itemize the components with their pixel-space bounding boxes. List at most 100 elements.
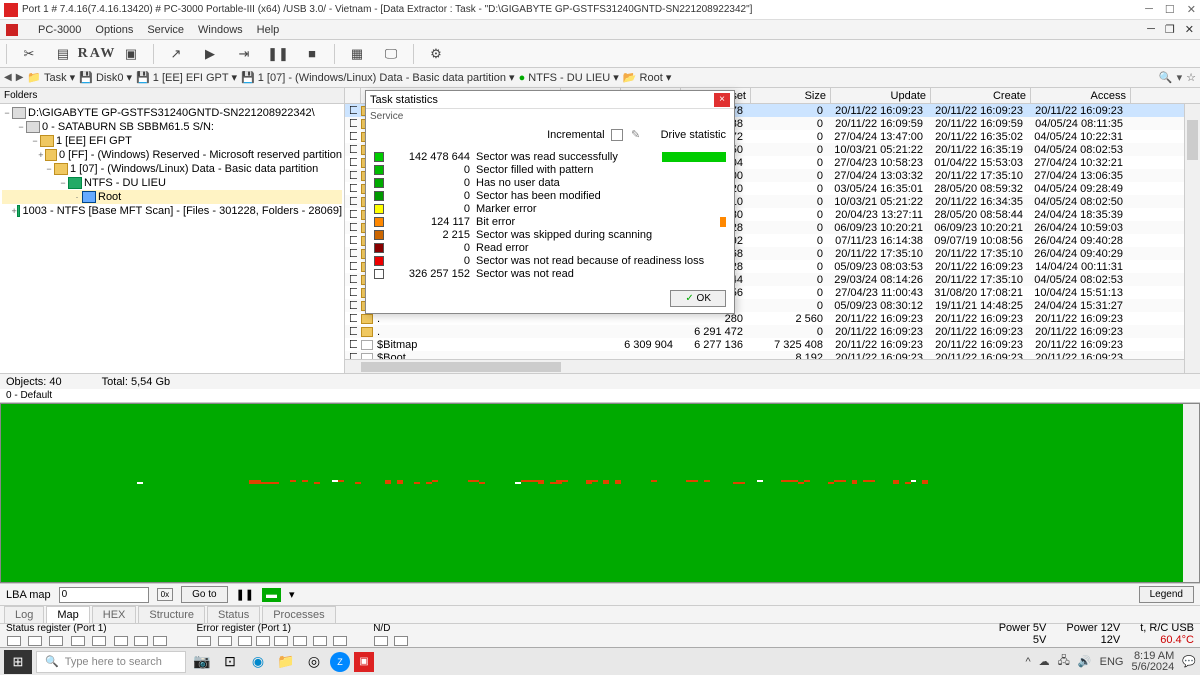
taskbar-chrome-icon[interactable]: ◎	[302, 650, 326, 674]
lba-bar: LBA map 0x Go to ❚❚ ▬ ▾ Legend	[0, 583, 1200, 605]
taskbar-explorer-icon[interactable]: 📁	[274, 650, 298, 674]
power12-label: Power 12V	[1066, 622, 1120, 634]
tab-status[interactable]: Status	[207, 606, 260, 623]
bc-disk[interactable]: 💾 Disk0 ▾	[79, 71, 132, 84]
popup-close-button[interactable]: ×	[714, 93, 730, 107]
tab-structure[interactable]: Structure	[138, 606, 205, 623]
file-row[interactable]: ☐$Bitmap6 309 9046 277 1367 325 40820/11…	[345, 338, 1200, 351]
windows-taskbar: ⊞ 🔍 Type here to search 📷 ⊡ ◉ 📁 ◎ Z ▣ ^ …	[0, 647, 1200, 675]
col-access[interactable]: Access	[1031, 88, 1131, 103]
ok-button[interactable]: OK	[670, 290, 726, 307]
lba-drop-icon[interactable]: ▾	[289, 588, 295, 601]
tab-processes[interactable]: Processes	[262, 606, 335, 623]
filter-icon[interactable]: ▾	[1177, 71, 1183, 84]
lba-pause-icon[interactable]: ❚❚	[236, 588, 254, 601]
star-icon[interactable]: ☆	[1186, 71, 1196, 84]
sector-map[interactable]	[0, 403, 1200, 583]
statusbar: Objects: 40 Total: 5,54 Gb	[0, 373, 1200, 389]
file-row[interactable]: ☐.6 291 472020/11/22 16:09:2320/11/22 16…	[345, 325, 1200, 338]
taskbar-pc3000-icon[interactable]: ▣	[354, 652, 374, 672]
bc-ntfs[interactable]: ● NTFS - DU LIEU ▾	[519, 71, 619, 84]
tree-node[interactable]: ·Root	[2, 190, 342, 204]
nav-back-icon[interactable]: ◀	[4, 72, 12, 83]
tray-cloud-icon[interactable]: ☁	[1039, 655, 1050, 668]
folder-tree[interactable]: −D:\GIGABYTE GP-GSTFS31240GNTD-SN2212089…	[0, 104, 344, 220]
temp-label: t, R/C USB	[1140, 622, 1194, 634]
window-title: Port 1 # 7.4.16(7.4.16.13420) # PC-3000 …	[22, 4, 1145, 15]
minimize-button[interactable]: ─	[1145, 3, 1153, 16]
tab-log[interactable]: Log	[4, 606, 44, 623]
tray-lang[interactable]: ENG	[1100, 656, 1124, 668]
stat-row: 0Has no user data	[374, 176, 726, 189]
map-vscrollbar[interactable]	[1183, 404, 1199, 582]
col-update[interactable]: Update	[831, 88, 931, 103]
menu-windows[interactable]: Windows	[198, 24, 243, 36]
default-label: 0 - Default	[0, 389, 1200, 403]
mdi-restore[interactable]: ❐	[1165, 23, 1175, 36]
taskbar-edge-icon[interactable]: ◉	[246, 650, 270, 674]
bc-efi[interactable]: 💾 1 [EE] EFI GPT ▾	[136, 71, 237, 84]
nav-fwd-icon[interactable]: ▶	[16, 72, 24, 83]
status-total: Total: 5,54 Gb	[102, 376, 171, 388]
tab-map[interactable]: Map	[46, 606, 89, 623]
menubar: PC-3000 Options Service Windows Help ─ ❐…	[0, 20, 1200, 40]
tab-hex[interactable]: HEX	[92, 606, 137, 623]
tree-node[interactable]: +0 [FF] - (Windows) Reserved - Microsoft…	[2, 148, 342, 162]
tray-volume-icon[interactable]: 🔊	[1078, 655, 1092, 668]
search-icon[interactable]: 🔍	[1159, 71, 1173, 84]
lba-input[interactable]	[59, 587, 149, 603]
maximize-button[interactable]: ☐	[1165, 3, 1175, 16]
status-register-label: Status register (Port 1)	[6, 623, 168, 634]
incremental-checkbox[interactable]	[611, 129, 623, 141]
start-button[interactable]: ⊞	[4, 650, 32, 674]
tree-node[interactable]: −D:\GIGABYTE GP-GSTFS31240GNTD-SN2212089…	[2, 106, 342, 120]
goto-button[interactable]: Go to	[181, 586, 227, 603]
tool-export-icon[interactable]: ↗	[164, 43, 188, 65]
vscrollbar[interactable]	[1184, 104, 1200, 373]
taskbar-search[interactable]: 🔍 Type here to search	[36, 651, 186, 673]
hscrollbar[interactable]	[345, 359, 1184, 373]
close-button[interactable]: ✕	[1187, 3, 1196, 16]
menu-help[interactable]: Help	[257, 24, 280, 36]
menu-options[interactable]: Options	[95, 24, 133, 36]
tray-notification-icon[interactable]: 💬	[1182, 655, 1196, 668]
taskbar-clock[interactable]: 8:19 AM5/6/2024	[1131, 651, 1174, 673]
tool-raw-button[interactable]: RAW	[85, 43, 109, 65]
menu-pc3000[interactable]: PC-3000	[38, 24, 81, 36]
taskbar-zalo-icon[interactable]: Z	[330, 652, 350, 672]
lba-view-icon[interactable]: ▬	[262, 588, 281, 602]
tree-node[interactable]: −0 - SATABURN SB SBBM61.5 S/N:	[2, 120, 342, 134]
tree-node[interactable]: −NTFS - DU LIEU	[2, 176, 342, 190]
tool-stop-icon[interactable]: ■	[300, 43, 324, 65]
legend-button[interactable]: Legend	[1139, 586, 1194, 603]
tool-monitor-icon[interactable]: 🖵	[379, 43, 403, 65]
popup-title: Task statistics	[370, 94, 438, 106]
toolbar: ✂ ▤ RAW ▣ ↗ ▶ ⇥ ❚❚ ■ ▦ 🖵 ⚙	[0, 40, 1200, 68]
col-size[interactable]: Size	[751, 88, 831, 103]
taskbar-camera-icon[interactable]: 📷	[190, 650, 214, 674]
bc-part[interactable]: 💾 1 [07] - (Windows/Linux) Data - Basic …	[241, 71, 515, 84]
app-small-icon	[6, 24, 18, 36]
tool-folder-icon[interactable]: ▣	[119, 43, 143, 65]
tray-expand-icon[interactable]: ^	[1025, 656, 1030, 668]
col-create[interactable]: Create	[931, 88, 1031, 103]
lba-hex-icon[interactable]: 0x	[157, 588, 173, 601]
tool-pause-icon[interactable]: ❚❚	[266, 43, 290, 65]
bc-root[interactable]: 📂 Root ▾	[623, 71, 672, 84]
menu-service[interactable]: Service	[147, 24, 184, 36]
tool-step-icon[interactable]: ⇥	[232, 43, 256, 65]
tree-node[interactable]: −1 [EE] EFI GPT	[2, 134, 342, 148]
mdi-minimize[interactable]: ─	[1147, 23, 1155, 36]
tree-node[interactable]: +1003 - NTFS [Base MFT Scan] - [Files - …	[2, 204, 342, 218]
tool-scissors-icon[interactable]: ✂	[17, 43, 41, 65]
tool-windows-icon[interactable]: ▦	[345, 43, 369, 65]
tree-node[interactable]: −1 [07] - (Windows/Linux) Data - Basic d…	[2, 162, 342, 176]
edit-icon[interactable]: ✎	[629, 128, 643, 142]
taskbar-taskview-icon[interactable]: ⊡	[218, 650, 242, 674]
tray-network-icon[interactable]: 🖧	[1058, 652, 1070, 671]
bc-task[interactable]: 📁 Task ▾	[27, 71, 75, 84]
tool-play-icon[interactable]: ▶	[198, 43, 222, 65]
tool-report-icon[interactable]: ▤	[51, 43, 75, 65]
tool-settings-icon[interactable]: ⚙	[424, 43, 448, 65]
mdi-close[interactable]: ✕	[1185, 23, 1194, 36]
